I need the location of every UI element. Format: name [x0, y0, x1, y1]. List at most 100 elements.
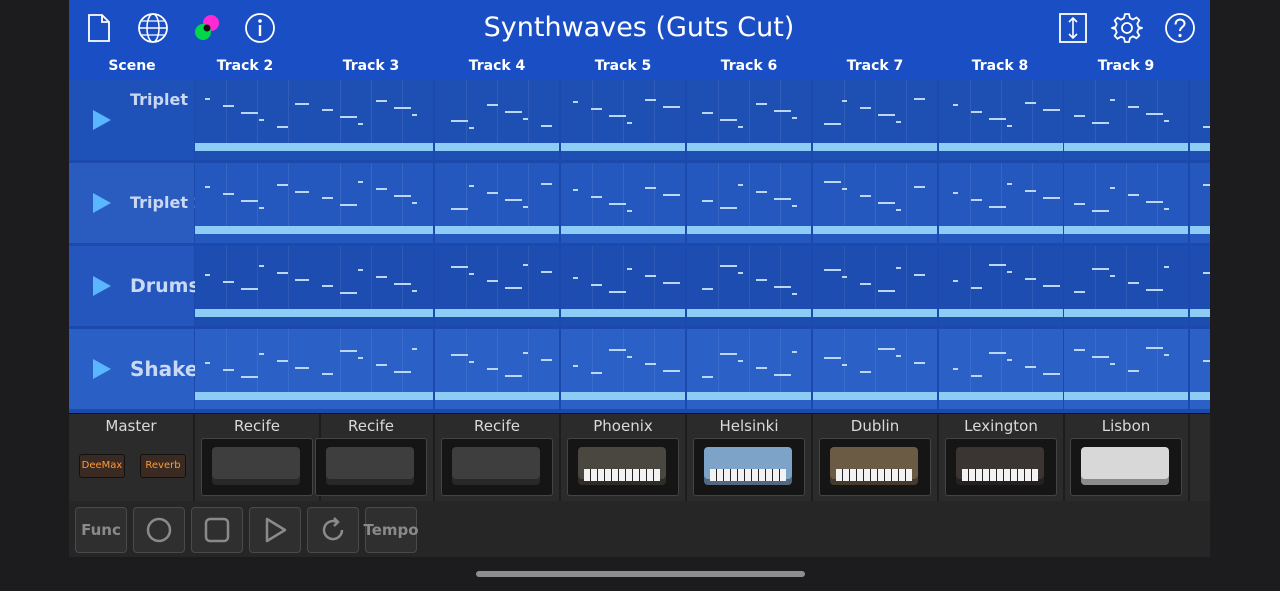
record-button[interactable]: [133, 507, 185, 553]
clip-cell[interactable]: [1064, 80, 1188, 160]
master-label: Master: [105, 417, 157, 435]
clip-cell[interactable]: [309, 329, 433, 409]
scene-launch-button[interactable]: Triplet 2: [69, 163, 205, 243]
clip-bar: [1190, 143, 1210, 151]
clip-cell[interactable]: [939, 80, 1063, 160]
midi-note: [1007, 183, 1012, 185]
midi-note: [358, 269, 363, 271]
clip-cell[interactable]: [1064, 246, 1188, 326]
clip-cell[interactable]: [813, 246, 937, 326]
instrument-slot[interactable]: Lexington: [939, 414, 1065, 502]
clip-bar: [309, 226, 433, 234]
master-slot[interactable]: Master DeeMax Reverb: [69, 414, 195, 502]
gear-icon[interactable]: [1109, 10, 1145, 46]
instrument-slot[interactable]: Recife: [435, 414, 561, 502]
home-indicator[interactable]: [476, 571, 805, 577]
clip-bar: [435, 143, 559, 151]
midi-note: [541, 271, 552, 273]
clip-cell[interactable]: [687, 80, 811, 160]
column-header-track-3[interactable]: Track 3: [308, 58, 434, 74]
column-header-track-9[interactable]: Track 9: [1063, 58, 1189, 74]
clip-cell[interactable]: [195, 163, 319, 243]
scene-launch-button[interactable]: Drums: [69, 246, 200, 326]
clip-bar: [195, 392, 319, 400]
clip-cell[interactable]: [813, 329, 937, 409]
fx-reverb-button[interactable]: Reverb: [140, 454, 186, 478]
loop-icon: [322, 517, 344, 541]
column-header-track-7[interactable]: Track 7: [812, 58, 938, 74]
stop-button[interactable]: [191, 507, 243, 553]
instrument-slot[interactable]: Recife: [195, 414, 321, 502]
clip-cell[interactable]: [1064, 329, 1188, 409]
column-header-track-5[interactable]: Track 5: [560, 58, 686, 74]
midi-note: [792, 293, 797, 295]
column-header-track-8[interactable]: Track 8: [937, 58, 1063, 74]
midi-note: [322, 197, 333, 199]
column-header-track-4[interactable]: Track 4: [434, 58, 560, 74]
clip-cell[interactable]: [1190, 246, 1210, 326]
help-icon[interactable]: [1162, 10, 1198, 46]
info-icon[interactable]: [242, 10, 278, 46]
instrument-slot[interactable]: Helsinki: [687, 414, 813, 502]
clip-cell[interactable]: [309, 80, 433, 160]
column-header-track-2[interactable]: Track 2: [182, 58, 308, 74]
func-button[interactable]: Func: [75, 507, 127, 553]
clip-cell[interactable]: [687, 163, 811, 243]
clip-cell[interactable]: [195, 246, 319, 326]
clip-cell[interactable]: [561, 246, 685, 326]
midi-note: [358, 357, 363, 359]
instrument-slot-partial[interactable]: [1190, 414, 1212, 502]
midi-note: [1203, 126, 1210, 128]
midi-note: [774, 110, 791, 112]
loop-button[interactable]: [307, 507, 359, 553]
clip-cell[interactable]: [195, 329, 319, 409]
file-icon[interactable]: [81, 10, 117, 46]
clip-cell[interactable]: [561, 80, 685, 160]
clip-cell[interactable]: [939, 329, 1063, 409]
clip-cell[interactable]: [939, 163, 1063, 243]
clip-cell[interactable]: [1064, 163, 1188, 243]
clip-cell[interactable]: [561, 163, 685, 243]
clip-cell[interactable]: [813, 163, 937, 243]
color-circles-icon[interactable]: [189, 10, 225, 46]
clip-bar: [939, 226, 1063, 234]
scene-launch-button[interactable]: Shake: [69, 329, 198, 409]
clip-cell[interactable]: [309, 246, 433, 326]
instrument-image: [326, 447, 414, 485]
clip-cell[interactable]: [435, 163, 559, 243]
instrument-slot[interactable]: Lisbon: [1064, 414, 1190, 502]
clip-cell[interactable]: [195, 80, 319, 160]
clip-cell[interactable]: [435, 80, 559, 160]
midi-note: [322, 373, 333, 375]
clip-cell[interactable]: [1190, 329, 1210, 409]
midi-note: [953, 368, 958, 370]
play-button[interactable]: [249, 507, 301, 553]
resize-vertical-icon[interactable]: [1055, 10, 1091, 46]
instrument-slot[interactable]: Phoenix: [561, 414, 687, 502]
play-icon: [93, 276, 111, 296]
fx-deemax-button[interactable]: DeeMax: [79, 454, 125, 478]
clip-cell[interactable]: [687, 246, 811, 326]
instrument-slot[interactable]: Dublin: [813, 414, 939, 502]
clip-cell[interactable]: [435, 329, 559, 409]
clip-cell[interactable]: [813, 80, 937, 160]
column-header-track-6[interactable]: Track 6: [686, 58, 812, 74]
clip-cell[interactable]: [1190, 163, 1210, 243]
clip-cell[interactable]: [561, 329, 685, 409]
tempo-button[interactable]: Tempo: [363, 507, 419, 553]
clip-cell[interactable]: [687, 329, 811, 409]
clip-cell[interactable]: [435, 246, 559, 326]
midi-note: [1203, 272, 1210, 274]
midi-note: [989, 264, 1006, 266]
scene-launch-button[interactable]: Triplet 1: [69, 80, 205, 160]
instrument-slot[interactable]: Recife: [309, 414, 435, 502]
clip-cell[interactable]: [1190, 80, 1210, 160]
midi-note: [322, 109, 333, 111]
midi-note: [1043, 197, 1060, 199]
clip-cell[interactable]: [939, 246, 1063, 326]
midi-note: [358, 123, 363, 125]
midi-note: [241, 112, 258, 114]
midi-note: [720, 265, 737, 267]
clip-cell[interactable]: [309, 163, 433, 243]
globe-icon[interactable]: [135, 10, 171, 46]
